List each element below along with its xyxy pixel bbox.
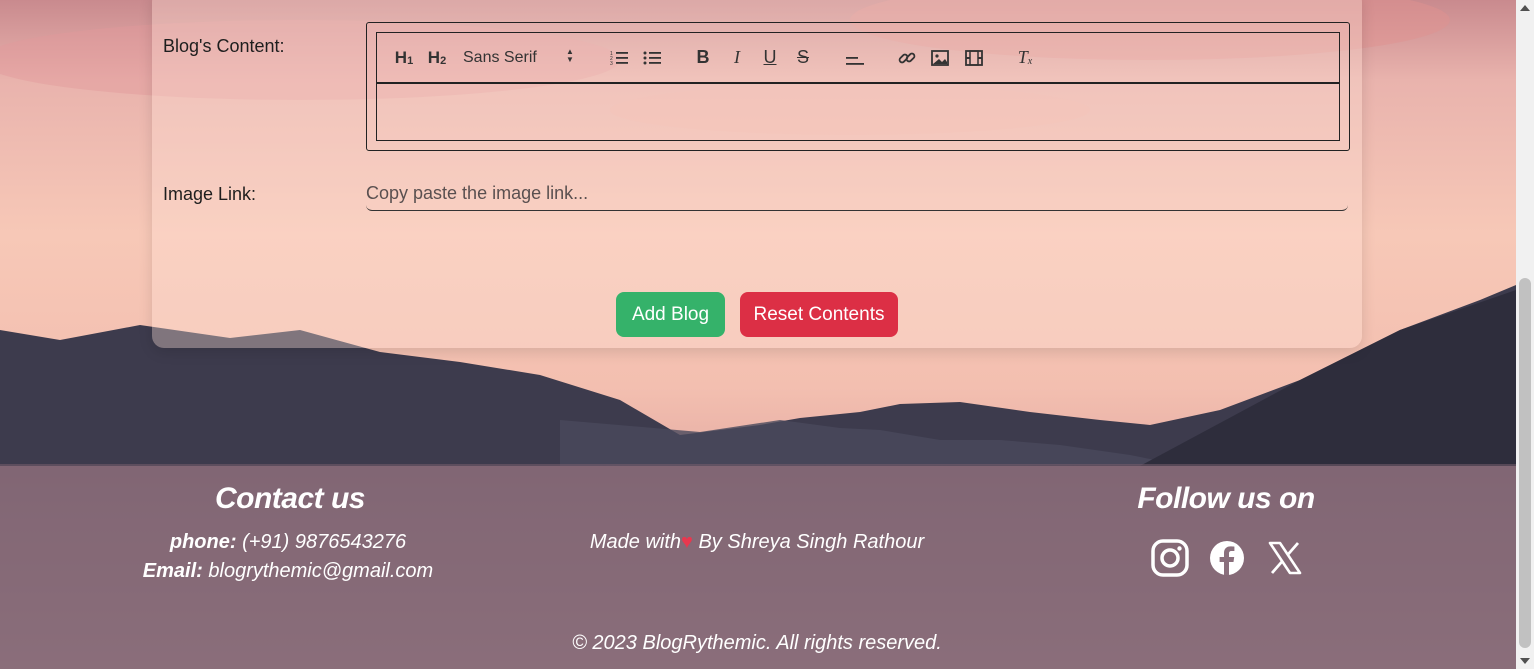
heart-icon: ♥ bbox=[681, 531, 693, 553]
link-icon[interactable] bbox=[895, 33, 919, 82]
phone-value: (+91) 9876543276 bbox=[242, 531, 407, 553]
add-blog-button[interactable]: Add Blog bbox=[616, 292, 725, 337]
x-icon[interactable] bbox=[1265, 538, 1305, 578]
reset-contents-button[interactable]: Reset Contents bbox=[740, 292, 898, 337]
contact-email: Email: blogrythemic@gmail.com bbox=[120, 560, 456, 583]
scroll-up-arrow-icon[interactable] bbox=[1520, 5, 1530, 11]
made-with-credit: Made with♥ By Shreya Singh Rathour bbox=[540, 531, 974, 554]
editor-content-area[interactable] bbox=[376, 83, 1340, 141]
select-arrows-icon: ▲ ▼ bbox=[566, 47, 574, 64]
ordered-list-icon[interactable]: 123 bbox=[607, 33, 631, 82]
email-value: blogrythemic@gmail.com bbox=[208, 560, 434, 582]
align-icon[interactable] bbox=[843, 33, 867, 82]
contact-title: Contact us bbox=[214, 482, 366, 515]
content-label: Blog's Content: bbox=[163, 36, 285, 56]
phone-label: phone: bbox=[169, 531, 237, 553]
clear-format-icon[interactable]: Tx bbox=[1013, 33, 1037, 82]
editor-toolbar: H1 H2 Sans Serif ▲ ▼ 123 B I U S T x bbox=[376, 32, 1340, 84]
facebook-icon[interactable] bbox=[1207, 538, 1247, 578]
image-icon[interactable] bbox=[928, 33, 952, 82]
made-with-text: Made with bbox=[589, 531, 682, 553]
email-label: Email: bbox=[142, 560, 203, 582]
italic-icon[interactable]: I bbox=[725, 33, 749, 82]
contact-phone: phone: (+91) 9876543276 bbox=[120, 531, 456, 554]
strikethrough-icon[interactable]: S bbox=[791, 33, 815, 82]
h1-button[interactable]: H1 bbox=[391, 33, 417, 82]
underline-icon[interactable]: U bbox=[758, 33, 782, 82]
font-select[interactable]: Sans Serif ▲ ▼ bbox=[463, 33, 583, 82]
follow-title: Follow us on bbox=[1137, 482, 1315, 515]
scroll-thumb[interactable] bbox=[1519, 278, 1531, 648]
page-scrollbar[interactable] bbox=[1516, 0, 1534, 669]
made-by-text: By Shreya Singh Rathour bbox=[698, 531, 925, 553]
scroll-down-arrow-icon[interactable] bbox=[1520, 658, 1530, 664]
video-icon[interactable] bbox=[962, 33, 986, 82]
font-select-value: Sans Serif bbox=[463, 48, 537, 66]
copyright-text: © 2023 BlogRythemic. All rights reserved… bbox=[572, 632, 942, 654]
rich-text-editor: H1 H2 Sans Serif ▲ ▼ 123 B I U S T x bbox=[366, 22, 1350, 151]
image-link-input[interactable] bbox=[366, 176, 1348, 211]
bold-icon[interactable]: B bbox=[691, 33, 715, 82]
h2-button[interactable]: H2 bbox=[424, 33, 450, 82]
image-link-label: Image Link: bbox=[163, 184, 257, 204]
svg-text:3: 3 bbox=[610, 61, 613, 66]
bullet-list-icon[interactable] bbox=[640, 33, 664, 82]
instagram-icon[interactable] bbox=[1150, 538, 1190, 578]
